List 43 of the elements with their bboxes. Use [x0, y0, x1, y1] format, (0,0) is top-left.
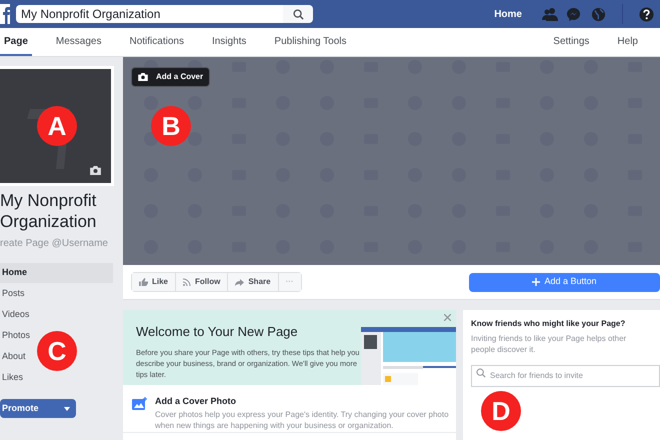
follow-button[interactable]: Follow: [175, 273, 228, 291]
page-name: My Nonprofit Organization: [0, 190, 98, 232]
friend-search-field[interactable]: Search for friends to invite: [471, 364, 660, 386]
share-arrow-icon: [235, 278, 244, 286]
tip-title[interactable]: Add a Cover Photo: [155, 395, 455, 408]
invite-title: Know friends who might like your Page?: [471, 318, 626, 330]
camera-icon[interactable]: [90, 166, 101, 175]
thumbs-up-icon: [139, 278, 148, 286]
facebook-logo-icon[interactable]: [0, 4, 10, 24]
username-text: reate Page @Username: [0, 237, 109, 251]
nav-item[interactable]: Likes: [0, 368, 26, 388]
promote-button[interactable]: Promote: [0, 399, 76, 418]
tip-text: Cover photos help you express your Page's identity. Try changing your cover photo when new things are happening with your business or organization.: [155, 408, 450, 430]
help-icon[interactable]: [639, 6, 654, 22]
tab[interactable]: Notifications: [125, 28, 188, 56]
camera-icon: [138, 73, 148, 81]
tab[interactable]: Messages: [52, 28, 106, 56]
nav-item[interactable]: Photos: [0, 326, 32, 346]
welcome-title: Welcome to Your New Page: [136, 323, 299, 341]
nav-item[interactable]: Posts: [0, 284, 27, 304]
search-field[interactable]: My Nonprofit Organization: [16, 5, 283, 23]
invite-text: Inviting friends to like your Page helps other people discover it.: [471, 333, 628, 355]
tab[interactable]: Publishing Tools: [270, 28, 351, 56]
tab[interactable]: Page: [0, 28, 32, 56]
add-cover-button[interactable]: Add a Cover: [131, 67, 210, 87]
share-button[interactable]: Share: [227, 273, 278, 291]
plus-icon: [532, 278, 540, 286]
add-a-button[interactable]: Add a Button: [469, 272, 660, 292]
tab[interactable]: Help: [613, 28, 640, 56]
like-button[interactable]: Like: [132, 273, 176, 291]
feed-icon: [183, 278, 192, 286]
search-icon: [476, 368, 486, 378]
search-button[interactable]: [283, 5, 313, 23]
caret-icon: [64, 406, 70, 410]
nav-item[interactable]: Home: [0, 263, 113, 283]
home-link[interactable]: Home: [494, 6, 522, 22]
annotation-marker: C: [37, 331, 77, 371]
nav-item[interactable]: About: [0, 347, 28, 367]
tab[interactable]: Insights: [208, 28, 250, 56]
tab[interactable]: Settings: [549, 28, 594, 56]
nav-item[interactable]: Videos: [0, 305, 32, 325]
search-icon: [292, 8, 304, 20]
photo-icon: [132, 397, 147, 410]
